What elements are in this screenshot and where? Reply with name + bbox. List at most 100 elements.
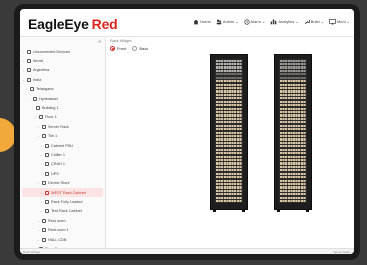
brand-logo[interactable]: EagleEye Red <box>28 16 118 32</box>
rack-unit[interactable] <box>216 93 242 96</box>
tree-item[interactable]: › Rack Fully Loaded <box>22 197 103 206</box>
rack-unit[interactable] <box>216 97 242 100</box>
rack-unit[interactable] <box>280 62 306 66</box>
tree-item[interactable]: › UPS <box>22 169 103 178</box>
chevron-right-icon[interactable]: › <box>40 144 43 148</box>
rack-unit[interactable] <box>216 86 242 90</box>
rack-unit[interactable] <box>280 165 306 168</box>
rack-unit[interactable] <box>280 83 306 86</box>
rack-unit[interactable] <box>280 169 306 172</box>
chevron-right-icon[interactable]: › <box>25 87 28 91</box>
rack-unit[interactable] <box>216 121 242 124</box>
rack-unit[interactable] <box>280 179 306 182</box>
chevron-right-icon[interactable]: › <box>22 50 25 54</box>
rack-unit[interactable] <box>216 182 242 186</box>
tree-item[interactable]: › Building 1 <box>22 103 103 112</box>
rack-unit[interactable] <box>280 93 306 96</box>
rack-unit[interactable] <box>280 80 306 83</box>
rack-unit[interactable] <box>280 141 306 144</box>
chevron-right-icon[interactable]: › <box>40 209 43 213</box>
rack-unit[interactable] <box>280 172 306 175</box>
rack-unit[interactable] <box>280 59 306 62</box>
tree-item[interactable]: › Chiller 1 <box>22 150 103 159</box>
rack-unit[interactable] <box>216 128 242 131</box>
chevron-right-icon[interactable]: › <box>22 59 25 63</box>
rack-unit[interactable] <box>216 90 242 93</box>
nav-build[interactable]: Build ⌄ <box>304 19 324 25</box>
rack-unit[interactable] <box>216 69 242 72</box>
tree-item[interactable]: › Hyderabad <box>22 94 103 103</box>
rack-unit[interactable] <box>216 134 242 138</box>
tree-item[interactable]: › Tile 1 <box>22 132 103 141</box>
chevron-right-icon[interactable]: › <box>37 125 40 129</box>
nav-analytics[interactable]: Analytics ⌄ <box>270 18 299 25</box>
rack-unit[interactable] <box>280 155 306 158</box>
rack-unit[interactable] <box>280 110 306 114</box>
chevron-right-icon[interactable]: › <box>22 68 25 72</box>
rack-unit[interactable] <box>280 114 306 117</box>
chevron-right-icon[interactable]: › <box>28 97 31 101</box>
chevron-right-icon[interactable]: › <box>37 238 40 242</box>
rack-unit[interactable] <box>216 162 242 165</box>
rack-unit[interactable] <box>280 76 306 79</box>
rack-unit[interactable] <box>216 155 242 158</box>
rack-unit[interactable] <box>216 100 242 103</box>
rack-unit[interactable] <box>280 182 306 186</box>
rack-unit[interactable] <box>280 176 306 179</box>
rack-unit[interactable] <box>280 104 306 107</box>
rack-unit[interactable] <box>280 121 306 124</box>
rack-unit[interactable] <box>280 193 306 196</box>
rack-unit[interactable] <box>280 97 306 100</box>
rack-unit[interactable] <box>280 152 306 155</box>
nav-home[interactable]: Home <box>193 19 211 25</box>
radio-front[interactable]: Front <box>110 46 126 51</box>
rack-unit[interactable] <box>216 110 242 114</box>
rack-unit[interactable] <box>216 114 242 117</box>
tree-item[interactable]: › Telangana <box>22 85 103 94</box>
rack-unit[interactable] <box>216 152 242 155</box>
rack-unit[interactable] <box>280 86 306 90</box>
tree-item[interactable]: › Cabinet PDU <box>22 141 103 150</box>
tree-item[interactable]: › Unconnected Devices <box>22 47 103 56</box>
rack-unit[interactable] <box>216 62 242 66</box>
rack-unit[interactable] <box>280 200 306 203</box>
rack-unit[interactable] <box>280 66 306 69</box>
rack-unit[interactable] <box>216 196 242 199</box>
chevron-right-icon[interactable]: › <box>40 191 43 195</box>
rack-unit[interactable] <box>280 100 306 103</box>
rack-unit[interactable] <box>280 145 306 148</box>
rack-unit[interactable] <box>216 200 242 203</box>
chevron-right-icon[interactable]: › <box>40 172 43 176</box>
tree-item[interactable]: › Test Rack Cabinet <box>22 207 103 216</box>
tree-item[interactable]: › Rest room 1 <box>22 225 103 234</box>
rack-unit[interactable] <box>216 189 242 192</box>
rack-unit[interactable] <box>216 83 242 86</box>
rack-unit[interactable] <box>216 148 242 151</box>
rack-unit[interactable] <box>216 169 242 172</box>
rack-unit[interactable] <box>216 165 242 168</box>
rack-unit[interactable] <box>216 186 242 189</box>
tree-item[interactable]: › World <box>22 56 103 65</box>
chevron-right-icon[interactable]: › <box>37 181 40 185</box>
chevron-right-icon[interactable]: › <box>40 153 43 157</box>
rack-unit[interactable] <box>216 176 242 179</box>
rack-unit[interactable] <box>216 179 242 182</box>
rack-unit[interactable] <box>280 162 306 165</box>
rack-unit[interactable] <box>280 90 306 93</box>
nav-alarm[interactable]: Alarm ⌄ <box>243 18 265 25</box>
rack-unit[interactable] <box>216 59 242 62</box>
rack-unit[interactable] <box>216 172 242 175</box>
tree-item[interactable]: › Server Rack <box>22 122 103 131</box>
rack-unit[interactable] <box>216 193 242 196</box>
rack-unit[interactable] <box>280 117 306 120</box>
tree-item[interactable]: › India <box>22 75 103 84</box>
rack-unit[interactable] <box>216 138 242 141</box>
chevron-right-icon[interactable]: › <box>34 115 37 119</box>
rack-unit[interactable] <box>216 73 242 76</box>
rack-unit[interactable] <box>280 134 306 138</box>
chevron-right-icon[interactable]: › <box>40 200 43 204</box>
chevron-right-icon[interactable]: › <box>37 228 40 232</box>
rack-unit[interactable] <box>216 131 242 134</box>
tree-item[interactable]: › Floor 1 <box>22 113 103 122</box>
tree-item[interactable]: › WEST Rack Cabinet <box>22 187 103 198</box>
